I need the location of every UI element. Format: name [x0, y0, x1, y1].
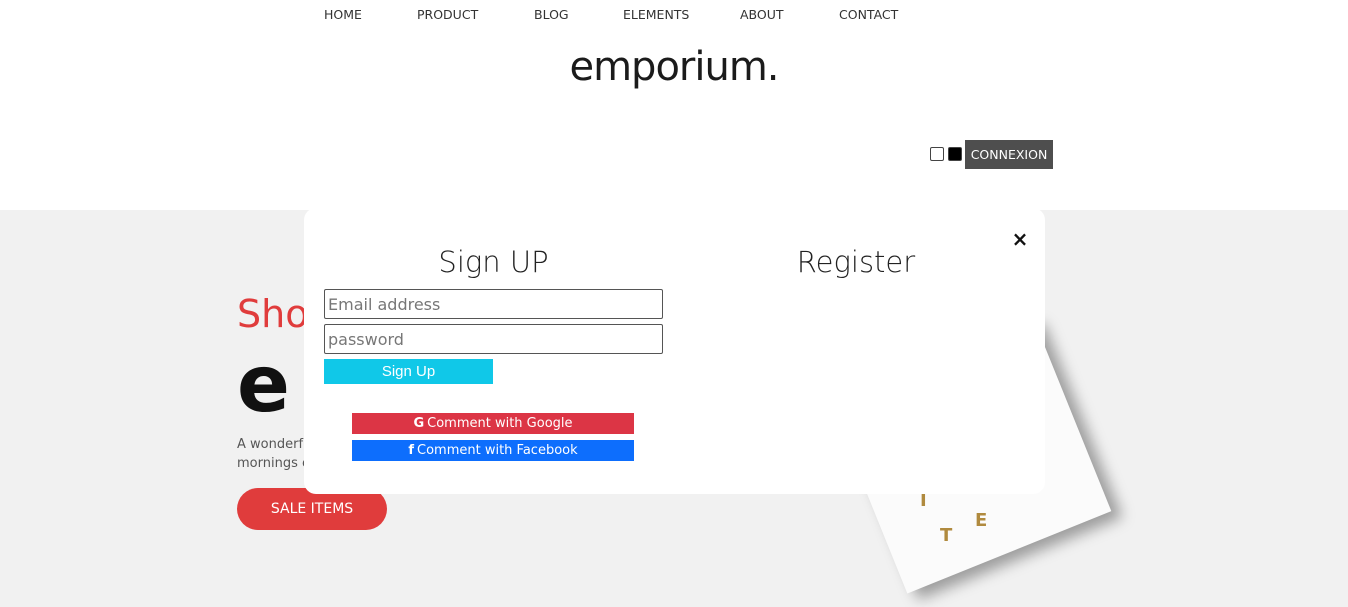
google-icon: G	[413, 416, 425, 431]
tshirt-letter: E	[975, 510, 988, 531]
tshirt-letter: T	[940, 525, 953, 546]
nav-blog[interactable]: BLOG	[534, 7, 569, 22]
signup-button[interactable]: Sign Up	[324, 359, 493, 384]
password-field[interactable]	[324, 324, 663, 354]
light-theme-toggle[interactable]	[930, 147, 944, 161]
hero-kicker: Sho	[237, 292, 309, 336]
close-icon[interactable]: ×	[1011, 228, 1029, 250]
signup-heading: Sign UP	[438, 245, 549, 279]
nav-about[interactable]: ABOUT	[740, 7, 784, 22]
nav-product[interactable]: PRODUCT	[417, 7, 478, 22]
email-field[interactable]	[324, 289, 663, 319]
google-button-label: Comment with Google	[427, 416, 573, 431]
nav-elements[interactable]: ELEMENTS	[623, 7, 689, 22]
facebook-button-label: Comment with Facebook	[417, 443, 578, 458]
nav-contact[interactable]: CONTACT	[839, 7, 898, 22]
connexion-button[interactable]: CONNEXION	[965, 140, 1053, 169]
dark-theme-toggle[interactable]	[948, 147, 962, 161]
register-heading[interactable]: Register	[700, 245, 1012, 279]
facebook-icon: f	[408, 443, 415, 458]
nav-home[interactable]: HOME	[324, 7, 362, 22]
hero-title: e	[237, 340, 290, 430]
google-comment-button[interactable]: G Comment with Google	[352, 413, 634, 434]
site-header: emporium.	[0, 0, 1348, 210]
facebook-comment-button[interactable]: f Comment with Facebook	[352, 440, 634, 461]
site-logo[interactable]: emporium.	[0, 44, 1348, 90]
sale-items-button[interactable]: SALE ITEMS	[237, 488, 387, 530]
